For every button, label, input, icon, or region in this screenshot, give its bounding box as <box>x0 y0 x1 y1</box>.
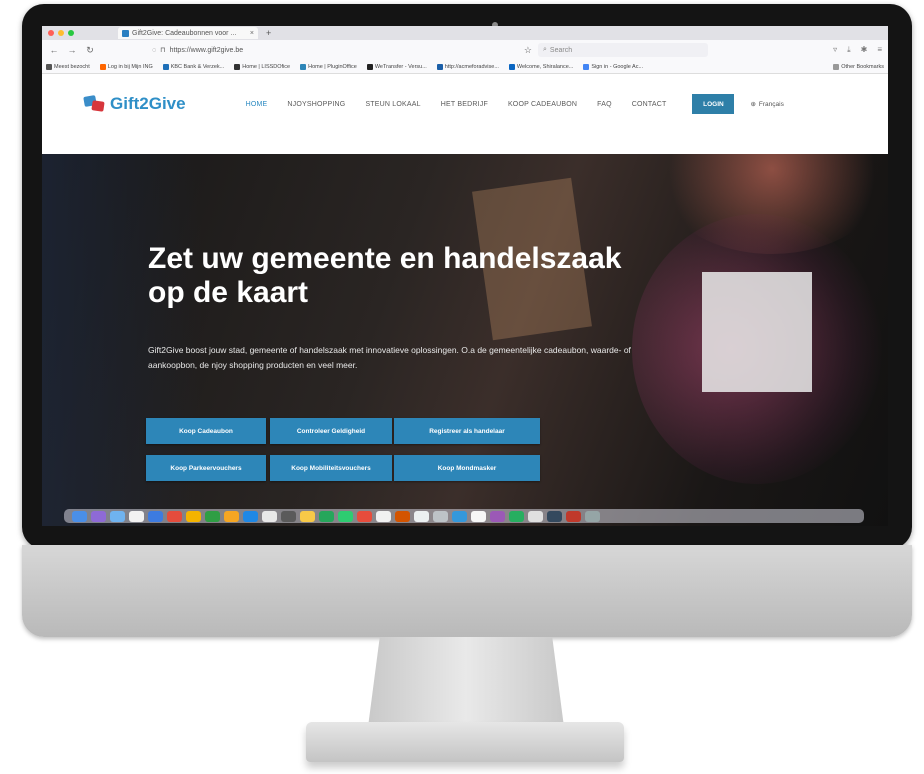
bookmark-item[interactable]: WeTransfer - Versu... <box>366 63 427 70</box>
dock-app-icon[interactable] <box>566 510 581 522</box>
dock-app-icon[interactable] <box>357 510 372 522</box>
bookmarks-bar: Meest bezocht Log in bij Mijn ING KBC Ba… <box>42 60 888 74</box>
dock-app-icon[interactable] <box>262 510 277 522</box>
dock-app-icon[interactable] <box>338 510 353 522</box>
koop-parkeervouchers-button[interactable]: Koop Parkeervouchers <box>146 455 266 481</box>
logo-text: Gift2Give <box>110 94 186 113</box>
bookmark-item[interactable]: http://acmeforadvise... <box>436 63 499 70</box>
menu-icon[interactable]: ≡ <box>877 45 882 55</box>
dock-app-icon[interactable] <box>414 510 429 522</box>
dock-app-icon[interactable] <box>186 510 201 522</box>
language-label: Français <box>758 100 784 108</box>
menu-item-contact[interactable]: CONTACT <box>632 101 667 108</box>
bookmark-item[interactable]: Welcome, Shiralance... <box>508 63 573 70</box>
login-button[interactable]: LOGIN <box>692 94 735 114</box>
dock-app-icon[interactable] <box>224 510 239 522</box>
hero-section: Zet uw gemeente en handelszaak op de kaa… <box>42 154 888 526</box>
dock-app-icon[interactable] <box>471 510 486 522</box>
bookmark-item[interactable]: KBC Bank & Verzek... <box>162 63 224 70</box>
dock-app-icon[interactable] <box>490 510 505 522</box>
menu-item-faq[interactable]: FAQ <box>597 101 612 108</box>
window-zoom-dot[interactable] <box>68 30 74 36</box>
monitor-stand-neck <box>368 637 564 727</box>
address-bar[interactable]: ◌ ⊓ https://www.gift2give.be ☆ <box>102 43 532 57</box>
dock-app-icon[interactable] <box>509 510 524 522</box>
screen: Gift2Give: Cadeaubonnen voor ... × + ← →… <box>42 26 888 526</box>
browser-tab[interactable]: Gift2Give: Cadeaubonnen voor ... × <box>118 27 258 39</box>
dock-app-icon[interactable] <box>395 510 410 522</box>
gift-logo-icon <box>83 95 106 112</box>
download-icon[interactable]: ⤓ <box>847 45 851 55</box>
dock-app-icon[interactable] <box>148 510 163 522</box>
macos-dock <box>64 509 864 523</box>
window-close-dot[interactable] <box>48 30 54 36</box>
lock-icon: ⊓ <box>160 47 166 54</box>
dock-app-icon[interactable] <box>110 510 125 522</box>
site-header: Gift2Give HOME NJOYSHOPPING STEUN LOKAAL… <box>42 74 888 134</box>
dock-app-icon[interactable] <box>528 510 543 522</box>
bookmark-item[interactable]: Meest bezocht <box>46 63 90 70</box>
menu-item-koop-cadeaubon[interactable]: KOOP CADEAUBON <box>508 101 577 108</box>
language-switch[interactable]: ⊕ Français <box>750 100 784 109</box>
main-menu: HOME NJOYSHOPPING STEUN LOKAAL HET BEDRI… <box>246 101 667 108</box>
dock-app-icon[interactable] <box>129 510 144 522</box>
pocket-icon[interactable]: ▿ <box>833 45 837 55</box>
shopping-bag-image <box>702 272 812 392</box>
bookmark-item[interactable]: Sign in - Google Ac... <box>583 63 643 70</box>
monitor-stand-base <box>306 722 624 762</box>
dock-app-icon[interactable] <box>205 510 220 522</box>
dock-app-icon[interactable] <box>72 510 87 522</box>
dock-app-icon[interactable] <box>319 510 334 522</box>
dock-app-icon[interactable] <box>547 510 562 522</box>
hero-text: Gift2Give boost jouw stad, gemeente of h… <box>148 345 631 370</box>
search-placeholder: Search <box>549 46 573 54</box>
hero-title: Zet uw gemeente en handelszaak op de kaa… <box>148 242 622 309</box>
shield-icon: ◌ <box>152 46 157 54</box>
forward-icon[interactable]: → <box>66 45 78 55</box>
browser-tab-bar: Gift2Give: Cadeaubonnen voor ... × + <box>42 26 888 40</box>
search-icon: ⌕ <box>543 46 547 53</box>
tab-title: Gift2Give: Cadeaubonnen voor ... <box>132 29 237 37</box>
bookmark-item[interactable]: Home | PluginOffice <box>300 63 357 70</box>
site-logo[interactable]: Gift2Give <box>83 94 186 114</box>
koop-cadeaubon-button[interactable]: Koop Cadeaubon <box>146 418 266 444</box>
dock-app-icon[interactable] <box>91 510 106 522</box>
menu-item-home[interactable]: HOME <box>246 101 268 108</box>
extension-icon[interactable]: ✱ <box>861 45 868 55</box>
browser-nav-bar: ← → ↻ ◌ ⊓ https://www.gift2give.be ☆ ⌕ S… <box>42 40 888 60</box>
dock-app-icon[interactable] <box>376 510 391 522</box>
dock-app-icon[interactable] <box>167 510 182 522</box>
toolbar-icons: ▿ ⤓ ✱ ≡ <box>833 45 882 55</box>
reload-icon[interactable]: ↻ <box>84 45 96 56</box>
bookmark-star-icon[interactable]: ☆ <box>524 45 532 56</box>
globe-icon: ⊕ <box>750 101 756 108</box>
window-minimize-dot[interactable] <box>58 30 64 36</box>
koop-mobiliteitsvouchers-button[interactable]: Koop Mobiliteitsvouchers <box>270 455 392 481</box>
menu-item-het-bedrijf[interactable]: HET BEDRIJF <box>441 101 488 108</box>
menu-item-njoyshopping[interactable]: NJOYSHOPPING <box>287 101 345 108</box>
tab-close-icon[interactable]: × <box>250 30 254 37</box>
dock-app-icon[interactable] <box>585 510 600 522</box>
monitor-chin <box>22 545 912 637</box>
menu-item-steun-lokaal[interactable]: STEUN LOKAAL <box>365 101 420 108</box>
dock-app-icon[interactable] <box>300 510 315 522</box>
search-input[interactable]: ⌕ Search <box>538 43 708 57</box>
controleer-geldigheid-button[interactable]: Controleer Geldigheid <box>270 418 392 444</box>
url-text: https://www.gift2give.be <box>169 46 244 54</box>
dock-app-icon[interactable] <box>243 510 258 522</box>
bookmark-item[interactable]: Log in bij Mijn ING <box>99 63 153 70</box>
koop-mondmasker-button[interactable]: Koop Mondmasker <box>394 455 540 481</box>
dock-app-icon[interactable] <box>433 510 448 522</box>
back-icon[interactable]: ← <box>48 45 60 55</box>
bookmark-item[interactable]: Home | LISSDOfice <box>234 63 290 70</box>
favicon-icon <box>122 29 129 37</box>
new-tab-button[interactable]: + <box>266 28 271 38</box>
dock-app-icon[interactable] <box>281 510 296 522</box>
other-bookmarks[interactable]: Other Bookmarks <box>833 63 884 70</box>
dock-app-icon[interactable] <box>452 510 467 522</box>
registreer-handelaar-button[interactable]: Registreer als handelaar <box>394 418 540 444</box>
